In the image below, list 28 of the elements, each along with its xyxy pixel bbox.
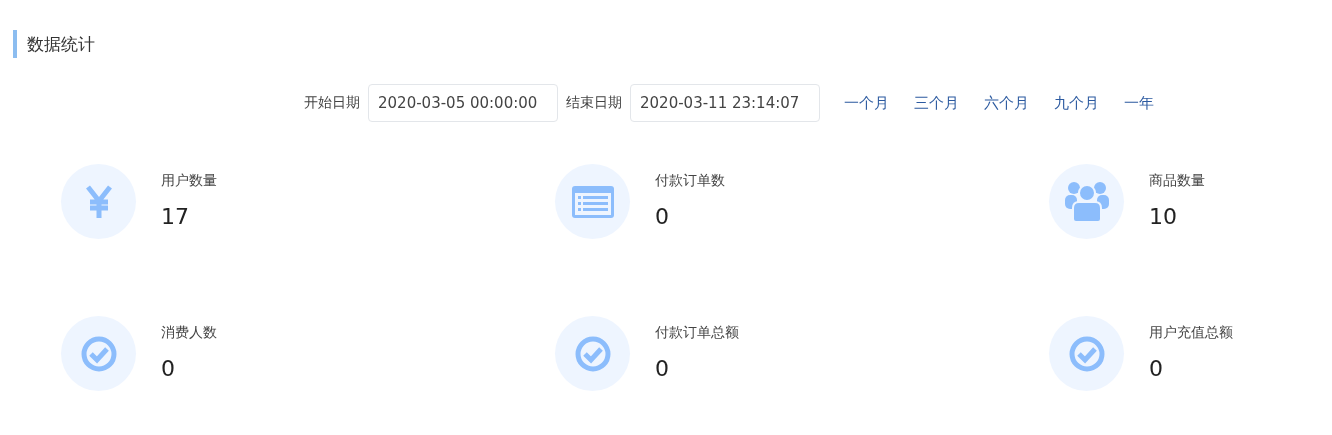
stat-value: 17 [161, 204, 190, 229]
range-link[interactable]: 一个月 [844, 93, 889, 113]
stat-label: 消费人数 [161, 324, 217, 342]
check-circle-icon [80, 335, 117, 372]
range-link[interactable]: 三个月 [914, 93, 959, 113]
check-circle-icon [1068, 335, 1105, 372]
end-date-label: 结束日期 [566, 94, 622, 112]
list-icon [571, 185, 614, 218]
stat-value: 0 [655, 204, 670, 229]
range-link[interactable]: 九个月 [1054, 93, 1099, 113]
stat-value: 10 [1149, 204, 1178, 229]
stat-value: 0 [161, 356, 176, 381]
yen-icon [85, 184, 112, 219]
end-date-field[interactable]: 2020-03-11 23:14:07 [630, 84, 820, 122]
check-circle-icon [574, 335, 611, 372]
range-link[interactable]: 六个月 [984, 93, 1029, 113]
section-title: 数据统计 [27, 32, 95, 56]
stat-label: 用户数量 [161, 172, 217, 190]
range-link[interactable]: 一年 [1124, 93, 1154, 113]
stat-label: 商品数量 [1149, 172, 1205, 190]
stat-value: 0 [1149, 356, 1164, 381]
stat-label: 付款订单总额 [655, 324, 739, 342]
stat-label: 用户充值总额 [1149, 324, 1233, 342]
start-date-field[interactable]: 2020-03-05 00:00:00 [368, 84, 558, 122]
stat-value: 0 [655, 356, 670, 381]
users-icon [1064, 181, 1109, 222]
stat-label: 付款订单数 [655, 172, 725, 190]
start-date-label: 开始日期 [304, 94, 360, 112]
